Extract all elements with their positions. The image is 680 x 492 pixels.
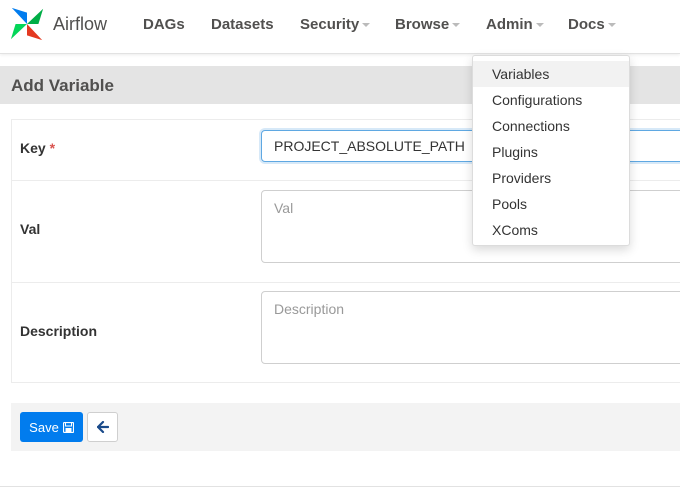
description-textarea[interactable]: Description (261, 291, 680, 364)
nav-docs-label: Docs (568, 16, 605, 33)
required-mark: * (49, 140, 56, 156)
nav-datasets[interactable]: Datasets (211, 16, 274, 33)
nav-security[interactable]: Security (300, 16, 371, 33)
description-label: Description (20, 323, 98, 339)
chevron-down-icon (452, 23, 461, 28)
floppy-disk-icon (62, 421, 74, 433)
val-label: Val (20, 221, 41, 237)
nav-docs[interactable]: Docs (568, 16, 616, 33)
save-label: Save (29, 419, 59, 435)
chevron-down-icon (535, 23, 544, 28)
nav-admin[interactable]: Admin (486, 16, 544, 33)
nav-dags[interactable]: DAGs (143, 16, 185, 33)
page-title: Add Variable (11, 76, 114, 95)
nav-security-label: Security (300, 16, 360, 33)
description-row: Description Description (12, 283, 680, 384)
menu-item-configurations[interactable]: Configurations (473, 87, 629, 113)
footer-divider (0, 486, 680, 487)
menu-item-connections[interactable]: Connections (473, 113, 629, 139)
menu-item-providers[interactable]: Providers (473, 165, 629, 191)
airflow-logo-icon (10, 7, 44, 41)
save-button[interactable]: Save (20, 412, 83, 442)
key-input-value: PROJECT_ABSOLUTE_PATH (274, 138, 465, 154)
key-label: Key * (20, 140, 55, 156)
arrow-left-icon (96, 421, 109, 433)
menu-item-xcoms[interactable]: XComs (473, 217, 629, 243)
val-placeholder: Val (274, 200, 294, 216)
key-label-text: Key (20, 140, 46, 156)
menu-item-pools[interactable]: Pools (473, 191, 629, 217)
nav-browse-label: Browse (395, 16, 450, 33)
admin-dropdown-menu: Variables Configurations Connections Plu… (472, 55, 630, 246)
chevron-down-icon (607, 23, 616, 28)
brand-name: Airflow (53, 13, 108, 34)
menu-item-plugins[interactable]: Plugins (473, 139, 629, 165)
form-actions: Save (11, 403, 680, 451)
nav-admin-label: Admin (486, 16, 533, 33)
description-placeholder: Description (274, 301, 345, 317)
brand-link[interactable]: Airflow (8, 4, 107, 44)
chevron-down-icon (362, 23, 371, 28)
back-button[interactable] (87, 412, 118, 442)
nav-browse[interactable]: Browse (395, 16, 461, 33)
top-navbar: Airflow DAGs Datasets Security Browse Ad… (0, 0, 680, 54)
menu-item-variables[interactable]: Variables (473, 61, 629, 87)
